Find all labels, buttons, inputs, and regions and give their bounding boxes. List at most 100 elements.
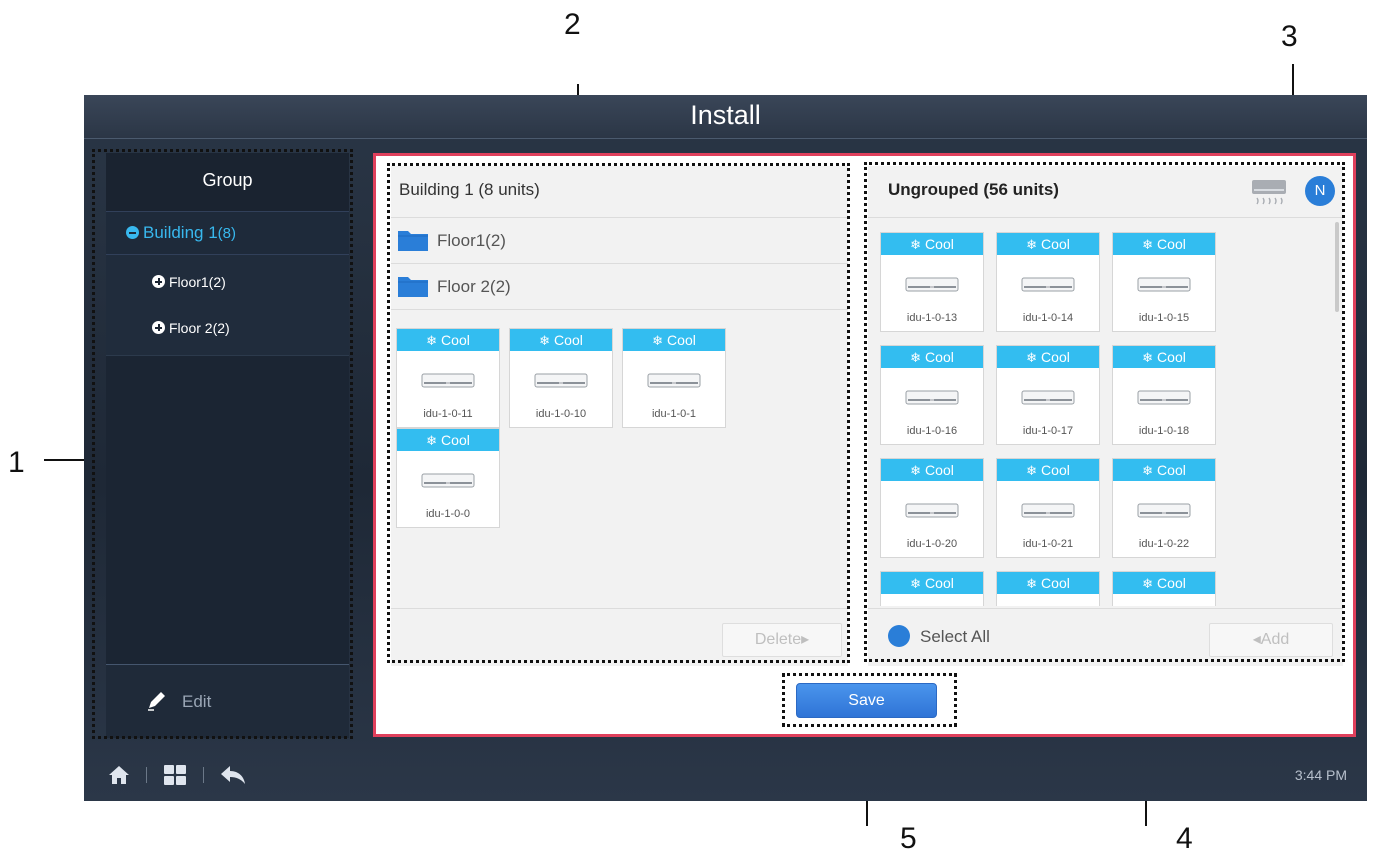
group-footer: Edit xyxy=(106,664,349,738)
grid-icon[interactable] xyxy=(163,764,187,786)
mode-bar: ❄ Cool xyxy=(623,329,725,351)
mode-label: Cool xyxy=(1041,462,1070,478)
unit-name: idu-1-0-18 xyxy=(1138,425,1190,437)
unit-card[interactable]: ❄ Cool idu-1-0-17 xyxy=(996,345,1100,445)
unit-name: idu-1-0-21 xyxy=(1022,538,1074,550)
nav-separator xyxy=(146,767,147,783)
callout-3: 3 xyxy=(1281,20,1298,53)
ungrouped-unit-grid: ❄ Cool idu-1-0-13 ❄ Cool idu-1-0-14 ❄ Cool idu-1… xyxy=(880,232,1340,606)
mode-bar: ❄ Cool xyxy=(1113,459,1215,481)
unit-card[interactable]: ❄ Cool idu-1-0-0 xyxy=(396,428,500,528)
unit-card[interactable]: ❄ Cool idu-1-0-1 xyxy=(622,328,726,428)
callout-2: 2 xyxy=(564,8,581,41)
mode-label: Cool xyxy=(1157,349,1186,365)
mode-label: Cool xyxy=(1157,236,1186,252)
mode-bar: ❄ Cool xyxy=(997,572,1099,594)
back-icon[interactable] xyxy=(220,765,246,785)
snowflake-icon: ❄ xyxy=(1142,463,1154,478)
unit-name: idu-1-0-16 xyxy=(906,425,958,437)
unit-name: idu-1-0-0 xyxy=(425,508,471,520)
tree-item-building-1[interactable]: Building 1(8) xyxy=(106,211,349,255)
select-all-toggle[interactable]: Select All xyxy=(888,625,990,647)
indoor-unit-icon xyxy=(905,503,959,518)
unit-card[interactable]: ❄Coolidu-1-0-24 xyxy=(880,571,984,606)
snowflake-icon: ❄ xyxy=(910,576,922,591)
floor-label: Floor1(2) xyxy=(169,274,226,290)
callout-4: 4 xyxy=(1176,822,1193,855)
bottom-nav xyxy=(108,763,246,787)
indoor-unit-icon xyxy=(1021,390,1075,405)
mode-label: Cool xyxy=(1041,575,1070,591)
snowflake-icon: ❄ xyxy=(1142,576,1154,591)
home-icon[interactable] xyxy=(108,765,130,785)
mode-bar: ❄ Cool xyxy=(1113,572,1215,594)
building-count: (8) xyxy=(217,225,237,242)
building-units-panel: Building 1 (8 units) Floor1(2) Floor 2(2… xyxy=(391,166,848,666)
callout-1: 1 xyxy=(8,446,25,479)
title-bar: Install xyxy=(84,95,1367,139)
unit-card[interactable]: ❄ Cool idu-1-0-10 xyxy=(509,328,613,428)
unit-card[interactable]: ❄ Cool idu-1-0-15 xyxy=(1112,232,1216,332)
indoor-unit-icon xyxy=(1137,277,1191,292)
mode-label: Cool xyxy=(1157,462,1186,478)
add-button[interactable]: ◂Add xyxy=(1209,623,1333,657)
indoor-unit-icon xyxy=(534,373,588,388)
mode-label: Cool xyxy=(667,332,696,348)
unit-card[interactable]: ❄Coolidu-1-0-26 xyxy=(1112,571,1216,606)
mode-bar: ❄ Cool xyxy=(510,329,612,351)
group-header: Group xyxy=(106,153,349,211)
mode-label: Cool xyxy=(1041,349,1070,365)
indoor-unit-icon xyxy=(905,277,959,292)
snowflake-icon: ❄ xyxy=(1142,350,1154,365)
select-all-radio[interactable] xyxy=(888,625,910,647)
unit-card[interactable]: ❄Coolidu-1-0-25 xyxy=(996,571,1100,606)
indoor-unit-icon xyxy=(1021,503,1075,518)
grouping-panel: Building 1 (8 units) Floor1(2) Floor 2(2… xyxy=(373,153,1356,737)
unit-card[interactable]: ❄ Cool idu-1-0-16 xyxy=(880,345,984,445)
building-title: Building 1 (8 units) xyxy=(391,166,848,218)
edit-button[interactable]: Edit xyxy=(146,689,211,712)
mode-label: Cool xyxy=(441,332,470,348)
mode-label: Cool xyxy=(925,349,954,365)
unit-card[interactable]: ❄ Cool idu-1-0-13 xyxy=(880,232,984,332)
mode-label: Cool xyxy=(441,432,470,448)
ungrouped-units-panel: Ungrouped (56 units) N ❄ Cool idu-1-0-13 ❄ C… xyxy=(868,166,1343,666)
expand-icon xyxy=(152,321,165,334)
tree-item-floor-2[interactable]: Floor 2(2) xyxy=(106,305,349,351)
mode-bar: ❄ Cool xyxy=(881,459,983,481)
delete-button[interactable]: Delete▸ xyxy=(722,623,842,657)
mode-bar: ❄ Cool xyxy=(1113,233,1215,255)
snowflake-icon: ❄ xyxy=(910,463,922,478)
unit-card[interactable]: ❄ Cool idu-1-0-18 xyxy=(1112,345,1216,445)
save-button[interactable]: Save xyxy=(796,683,937,718)
ungrouped-footer: Select All ◂Add xyxy=(868,608,1343,666)
snowflake-icon: ❄ xyxy=(539,333,551,348)
new-badge[interactable]: N xyxy=(1305,176,1335,206)
folder-item-floor-1[interactable]: Floor1(2) xyxy=(391,218,848,264)
indoor-unit-icon xyxy=(1137,503,1191,518)
indoor-unit-icon xyxy=(647,373,701,388)
unit-card[interactable]: ❄ Cool idu-1-0-22 xyxy=(1112,458,1216,558)
snowflake-icon: ❄ xyxy=(1026,463,1038,478)
window-title: Install xyxy=(690,100,761,130)
folder-label: Floor 2(2) xyxy=(437,277,511,296)
mode-bar: ❄ Cool xyxy=(1113,346,1215,368)
unit-name: idu-1-0-15 xyxy=(1138,312,1190,324)
clock: 3:44 PM xyxy=(1294,767,1347,783)
unit-card[interactable]: ❄ Cool idu-1-0-20 xyxy=(880,458,984,558)
unit-card[interactable]: ❄ Cool idu-1-0-21 xyxy=(996,458,1100,558)
unit-card[interactable]: ❄ Cool idu-1-0-14 xyxy=(996,232,1100,332)
mode-label: Cool xyxy=(925,462,954,478)
floor-list: Floor1(2) Floor 2(2) xyxy=(106,255,349,356)
building-label: Building 1 xyxy=(143,223,218,242)
folder-icon xyxy=(398,277,428,297)
scrollbar[interactable] xyxy=(1335,222,1339,312)
tree-item-floor-1[interactable]: Floor1(2) xyxy=(106,259,349,305)
mode-bar: ❄ Cool xyxy=(397,429,499,451)
unit-name: idu-1-0-14 xyxy=(1022,312,1074,324)
expand-icon xyxy=(152,275,165,288)
figure: 2 3 1 4 5 Install Group Building 1(8) Fl… xyxy=(0,0,1384,857)
unit-card[interactable]: ❄ Cool idu-1-0-11 xyxy=(396,328,500,428)
folder-item-floor-2[interactable]: Floor 2(2) xyxy=(391,264,848,310)
ac-unit-icon[interactable] xyxy=(1251,178,1287,208)
